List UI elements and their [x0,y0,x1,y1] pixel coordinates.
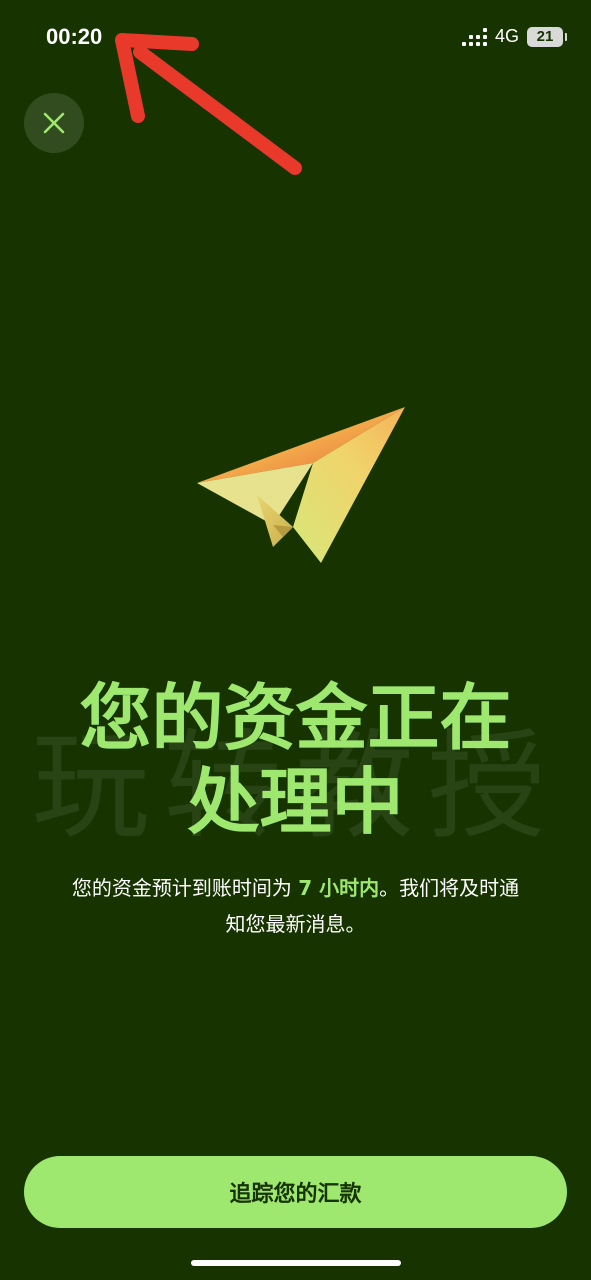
close-button[interactable] [24,93,84,153]
home-indicator[interactable] [191,1260,401,1266]
status-description: 您的资金预计到账时间为 7 小时内。我们将及时通 知您最新消息。 [30,870,561,942]
transfer-processing-screen: 00:20 4G 21 玩转教授 您的资金正在 处理中 您的资金预计到账时间为 … [0,0,591,1280]
description-prefix: 您的资金预计到账时间为 [71,876,299,900]
title-line-1: 您的资金正在 [79,676,512,760]
network-label: 4G [494,26,519,46]
paper-plane-icon [197,407,405,563]
description-line-2: 知您最新消息。 [225,912,366,936]
description-line-1: 您的资金预计到账时间为 7 小时内。我们将及时通 [30,870,561,906]
status-indicators: 4G 21 [461,26,567,47]
signal-icon [461,27,487,46]
eta-highlight: 7 小时内 [298,876,380,900]
status-time: 00:20 [46,24,103,49]
page-title: 您的资金正在 处理中 [0,676,591,844]
annotation-arrow-icon [115,33,302,175]
title-line-2: 处理中 [187,760,404,844]
track-transfer-button[interactable]: 追踪您的汇款 [24,1156,567,1228]
battery-icon: 21 [527,26,567,47]
description-suffix: 。我们将及时通 [379,876,520,900]
close-icon [43,112,65,134]
